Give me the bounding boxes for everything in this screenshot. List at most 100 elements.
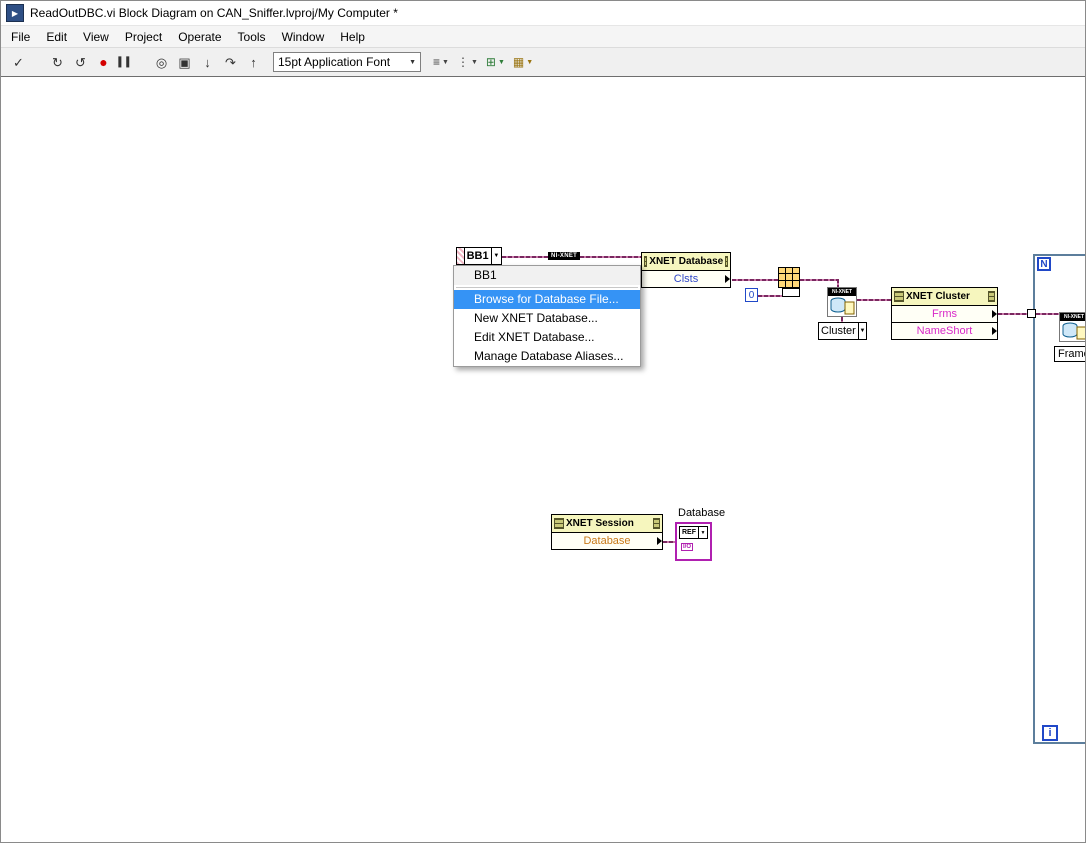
xnet-frame-icon[interactable]: NI-XNET bbox=[1059, 312, 1085, 342]
lightbulb-icon: ◎ bbox=[155, 54, 168, 70]
property-row-frms-label: Frms bbox=[931, 308, 958, 320]
output-arrow-icon bbox=[657, 537, 662, 545]
menu-item-manage-database-aliases[interactable]: Manage Database Aliases... bbox=[454, 347, 640, 366]
frame-label: Frame bbox=[1054, 346, 1085, 362]
xnet-database-node-header: XNET Database bbox=[642, 253, 730, 271]
xnet-cluster-node-title: XNET Cluster bbox=[906, 291, 970, 302]
loop-input-tunnel bbox=[1027, 309, 1036, 318]
highlight-execution-button[interactable]: ◎ bbox=[150, 51, 173, 73]
database-refnum-indicator[interactable]: REF ▼ I/O bbox=[675, 522, 712, 561]
menu-separator bbox=[456, 287, 638, 288]
property-row-nameshort[interactable]: NameShort bbox=[892, 322, 997, 339]
xnet-session-node-header: XNET Session bbox=[552, 515, 662, 533]
retain-wire-values-button[interactable]: ▣ bbox=[173, 51, 196, 73]
step-out-icon: ↑ bbox=[250, 54, 257, 70]
property-row-database[interactable]: Database bbox=[552, 533, 662, 549]
font-selector-value: 15pt Application Font bbox=[278, 55, 391, 69]
menu-operate[interactable]: Operate bbox=[170, 28, 229, 46]
ring-dropdown-arrow[interactable]: ▼ bbox=[490, 248, 501, 264]
database-cylinder-icon bbox=[1062, 322, 1085, 340]
nixnet-banner: NI-XNET bbox=[828, 288, 856, 296]
property-node-icon bbox=[894, 291, 904, 302]
menu-view[interactable]: View bbox=[75, 28, 117, 46]
font-selector[interactable]: 15pt Application Font ▼ bbox=[273, 52, 421, 72]
distribute-objects-button[interactable]: ⋮ ▼ bbox=[453, 51, 482, 73]
run-button[interactable]: ✓ bbox=[7, 51, 30, 73]
wire-clsts-to-index bbox=[732, 279, 779, 281]
index-array-function[interactable] bbox=[778, 267, 800, 288]
cluster-ring-constant[interactable]: Cluster ▼ bbox=[818, 322, 867, 340]
align-objects-icon: ≡ bbox=[433, 55, 441, 69]
property-row-frms[interactable]: Frms bbox=[892, 306, 997, 322]
step-over-icon: ↷ bbox=[225, 54, 236, 70]
ring-glyph bbox=[457, 248, 465, 264]
toolbar: ✓ ↻ ↺ ● ▍▍ ◎ ▣ ↓ ↷ ↑ 15pt Application Fo… bbox=[1, 48, 1085, 77]
labview-window: ▶ ReadOutDBC.vi Block Diagram on CAN_Sni… bbox=[0, 0, 1086, 843]
wire-zero-to-index bbox=[758, 295, 784, 297]
run-icon: ✓ bbox=[13, 54, 24, 70]
xnet-cluster-node-header: XNET Cluster bbox=[892, 288, 997, 306]
reorder-objects-button[interactable]: ▦ ▼ bbox=[509, 51, 537, 73]
property-node-icon bbox=[554, 518, 564, 529]
menu-item-bb1[interactable]: BB1 bbox=[454, 266, 640, 285]
window-title: ReadOutDBC.vi Block Diagram on CAN_Sniff… bbox=[30, 6, 398, 20]
output-arrow-icon bbox=[992, 310, 997, 318]
xnet-session-node-title: XNET Session bbox=[566, 518, 634, 529]
database-ring-context-menu: BB1 Browse for Database File... New XNET… bbox=[453, 265, 641, 367]
chevron-down-icon: ▼ bbox=[470, 58, 478, 66]
menu-file[interactable]: File bbox=[3, 28, 38, 46]
menu-window[interactable]: Window bbox=[274, 28, 333, 46]
property-row-clsts[interactable]: Clsts bbox=[642, 271, 730, 287]
refnum-box[interactable]: REF ▼ bbox=[679, 526, 708, 539]
abort-button[interactable]: ● bbox=[92, 51, 115, 73]
xnet-database-open-icon[interactable]: NI-XNET bbox=[827, 287, 857, 317]
chevron-down-icon: ▼ bbox=[526, 58, 534, 66]
menu-item-new-xnet-database[interactable]: New XNET Database... bbox=[454, 309, 640, 328]
nixnet-wire-label: NI-XNET bbox=[548, 252, 581, 260]
bb1-database-ring[interactable]: BB1 ▼ bbox=[456, 247, 502, 265]
chevron-down-icon: ▼ bbox=[409, 58, 416, 66]
cluster-ring-value: Cluster bbox=[821, 325, 856, 337]
wire-icon-to-cluster-node bbox=[857, 299, 891, 301]
io-glyph: I/O bbox=[681, 543, 694, 551]
zero-constant[interactable]: 0 bbox=[745, 288, 758, 302]
run-continuous-button[interactable]: ↻ bbox=[46, 51, 69, 73]
chevron-down-icon: ▼ bbox=[497, 58, 505, 66]
step-over-button[interactable]: ↷ bbox=[219, 51, 242, 73]
reorder-objects-icon: ▦ bbox=[512, 55, 525, 69]
block-diagram: BB1 ▼ NI-XNET XNET Database Clsts 0 NI-X… bbox=[1, 77, 1085, 842]
menu-item-edit-xnet-database[interactable]: Edit XNET Database... bbox=[454, 328, 640, 347]
menu-tools[interactable]: Tools bbox=[230, 28, 274, 46]
menu-item-browse-for-database-file[interactable]: Browse for Database File... bbox=[454, 290, 640, 309]
align-objects-button[interactable]: ≡ ▼ bbox=[429, 51, 453, 73]
pause-icon: ▍▍ bbox=[118, 56, 135, 67]
refnum-text: REF bbox=[682, 529, 696, 536]
menu-edit[interactable]: Edit bbox=[38, 28, 75, 46]
ring-dropdown-arrow[interactable]: ▼ bbox=[857, 323, 866, 339]
chevron-down-icon[interactable]: ▼ bbox=[698, 527, 707, 538]
resize-objects-button[interactable]: ⊞ ▼ bbox=[482, 51, 509, 73]
for-loop-count-terminal[interactable]: N bbox=[1037, 257, 1051, 271]
pause-button[interactable]: ▍▍ bbox=[115, 51, 138, 73]
xnet-database-property-node[interactable]: XNET Database Clsts bbox=[641, 252, 731, 288]
chevron-down-icon: ▼ bbox=[442, 58, 449, 66]
bb1-ring-value: BB1 bbox=[466, 250, 489, 262]
property-row-clsts-label: Clsts bbox=[673, 273, 699, 285]
xnet-session-property-node[interactable]: XNET Session Database bbox=[551, 514, 663, 550]
resize-objects-icon: ⊞ bbox=[485, 55, 496, 69]
xnet-cluster-property-node[interactable]: XNET Cluster Frms NameShort bbox=[891, 287, 998, 340]
output-arrow-icon bbox=[725, 275, 730, 283]
property-node-icon bbox=[644, 256, 648, 267]
menu-project[interactable]: Project bbox=[117, 28, 170, 46]
property-node-corner-icon bbox=[653, 518, 660, 529]
for-loop-iteration-terminal[interactable]: i bbox=[1042, 725, 1058, 741]
step-into-icon: ↓ bbox=[204, 54, 211, 70]
property-node-corner-icon bbox=[988, 291, 995, 302]
step-into-button[interactable]: ↓ bbox=[196, 51, 219, 73]
run-continuous-alt-button[interactable]: ↺ bbox=[69, 51, 92, 73]
menu-help[interactable]: Help bbox=[332, 28, 373, 46]
database-cylinder-icon bbox=[830, 297, 855, 315]
retain-wire-values-icon: ▣ bbox=[178, 54, 191, 70]
wire-index-out-h bbox=[800, 279, 839, 281]
step-out-button[interactable]: ↑ bbox=[242, 51, 265, 73]
